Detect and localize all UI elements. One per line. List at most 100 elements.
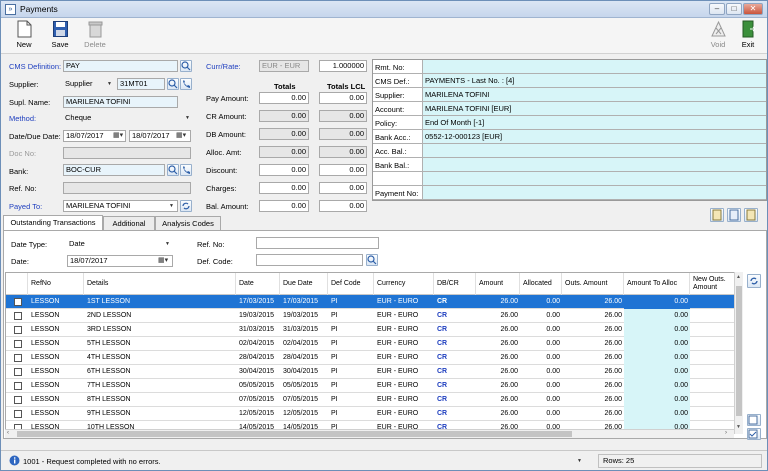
- grid-header-cell[interactable]: Amount To Alloc: [624, 273, 690, 295]
- row-checkbox[interactable]: [14, 354, 22, 362]
- amount-lcl-field[interactable]: 0.00: [319, 92, 367, 104]
- grid-cell: 19/03/2015: [239, 312, 275, 319]
- method-select[interactable]: Cheque: [63, 112, 191, 124]
- table-row[interactable]: LESSON 2ND LESSON 19/03/2015 19/03/2015 PI EU…: [6, 309, 742, 323]
- save-button[interactable]: Save: [46, 20, 74, 52]
- chevron-down-icon[interactable]: ▼: [577, 455, 582, 467]
- phone-icon: [183, 166, 190, 174]
- supplier-link-button[interactable]: [180, 78, 192, 90]
- grid-cell: EUR - EURO: [377, 326, 419, 333]
- grid-check-button[interactable]: [747, 428, 761, 440]
- amount-lcl-field[interactable]: 0.00: [319, 200, 367, 212]
- row-checkbox[interactable]: [14, 368, 22, 376]
- date-type-select[interactable]: Date: [67, 238, 173, 250]
- table-row[interactable]: LESSON 1ST LESSON 17/03/2015 17/03/2015 PI EU…: [6, 295, 742, 309]
- grid-header-cell[interactable]: Outs. Amount: [562, 273, 624, 295]
- filter-ref-no-field[interactable]: [256, 237, 379, 249]
- grid-header-cell[interactable]: Def Code: [328, 273, 374, 295]
- amount-total-field[interactable]: 0.00: [259, 182, 309, 194]
- totals-header: Totals: [274, 82, 296, 91]
- def-code-search-button[interactable]: [366, 254, 378, 266]
- tab-analysis-codes[interactable]: Analysis Codes: [155, 216, 221, 230]
- grid-cell: PI: [331, 354, 338, 361]
- cms-search-button[interactable]: [180, 60, 192, 72]
- bank-link-button[interactable]: [180, 164, 192, 176]
- grid-select-all-button[interactable]: [747, 414, 761, 426]
- table-row[interactable]: LESSON 9TH LESSON 12/05/2015 12/05/2015 PI EU…: [6, 407, 742, 421]
- amount-total-field[interactable]: 0.00: [259, 128, 309, 140]
- amount-total-field[interactable]: 0.00: [259, 110, 309, 122]
- delete-button[interactable]: Delete: [81, 20, 109, 52]
- attach-button[interactable]: [710, 208, 724, 222]
- scroll-thumb[interactable]: [17, 431, 572, 437]
- row-checkbox[interactable]: [14, 382, 22, 390]
- grid-header-cell[interactable]: Allocated: [520, 273, 562, 295]
- tab-additional[interactable]: Additional: [103, 216, 155, 230]
- payments-window: » Payments – □ ✕ New Save Delete Void Ex…: [0, 0, 768, 471]
- grid-cell: 17/03/2015: [239, 298, 275, 305]
- print-button[interactable]: [744, 208, 758, 222]
- amount-lcl-field[interactable]: 0.00: [319, 128, 367, 140]
- checkbox-icon: [748, 415, 758, 425]
- grid-horizontal-scrollbar[interactable]: ‹ ›: [5, 429, 734, 438]
- amount-lcl-field[interactable]: 0.00: [319, 146, 367, 158]
- grid-cell: 9TH LESSON: [87, 410, 131, 417]
- supplier-search-button[interactable]: [167, 78, 179, 90]
- currency-select[interactable]: EUR - EUR: [259, 60, 309, 72]
- grid-header-cell[interactable]: Details: [84, 273, 236, 295]
- row-checkbox[interactable]: [14, 298, 22, 306]
- close-button[interactable]: ✕: [743, 3, 763, 15]
- bank-field[interactable]: BOC-CUR: [63, 164, 165, 176]
- exit-button[interactable]: Exit: [734, 20, 762, 52]
- amount-total-field[interactable]: 0.00: [259, 164, 309, 176]
- grid-header-cell[interactable]: Amount: [476, 273, 520, 295]
- maximize-button[interactable]: □: [726, 3, 742, 15]
- table-row[interactable]: LESSON 8TH LESSON 07/05/2015 07/05/2015 PI EU…: [6, 393, 742, 407]
- supplier-code-field[interactable]: 31MT01: [117, 78, 165, 90]
- void-button[interactable]: Void: [704, 20, 732, 52]
- bank-search-button[interactable]: [167, 164, 179, 176]
- row-checkbox[interactable]: [14, 410, 22, 418]
- grid-cell: PI: [331, 326, 338, 333]
- amount-total-field[interactable]: 0.00: [259, 200, 309, 212]
- supl-name-field[interactable]: MARILENA TOFINI: [63, 96, 178, 108]
- grid-refresh-button[interactable]: [747, 274, 761, 288]
- amount-total-field[interactable]: 0.00: [259, 146, 309, 158]
- row-checkbox[interactable]: [14, 340, 22, 348]
- grid-header-cell[interactable]: DB/CR: [434, 273, 476, 295]
- payed-to-select[interactable]: MARILENA TOFINI: [63, 200, 178, 212]
- grid-header-cell[interactable]: Currency: [374, 273, 434, 295]
- table-row[interactable]: LESSON 7TH LESSON 05/05/2015 05/05/2015 PI EU…: [6, 379, 742, 393]
- scroll-thumb[interactable]: [736, 286, 742, 416]
- notes-button[interactable]: [727, 208, 741, 222]
- grid-header-cell[interactable]: RefNo: [28, 273, 84, 295]
- def-code-field[interactable]: [256, 254, 363, 266]
- grid-vertical-scrollbar[interactable]: ▲ ▼: [734, 272, 743, 434]
- table-row[interactable]: LESSON 6TH LESSON 30/04/2015 30/04/2015 PI EU…: [6, 365, 742, 379]
- amount-total-field[interactable]: 0.00: [259, 92, 309, 104]
- grid-cell: CR: [437, 368, 448, 375]
- doc-no-field[interactable]: [63, 147, 191, 159]
- payed-to-button[interactable]: [180, 200, 192, 212]
- ref-no-field[interactable]: [63, 182, 191, 194]
- row-checkbox[interactable]: [14, 312, 22, 320]
- amount-lcl-field[interactable]: 0.00: [319, 110, 367, 122]
- row-checkbox[interactable]: [14, 396, 22, 404]
- info-value: 0552-12-000123 [EUR]: [422, 130, 766, 143]
- rate-field[interactable]: 1.000000: [319, 60, 367, 72]
- grid-header-cell[interactable]: Due Date: [280, 273, 328, 295]
- cms-definition-field[interactable]: PAY: [63, 60, 178, 72]
- amount-lcl-field[interactable]: 0.00: [319, 182, 367, 194]
- row-checkbox[interactable]: [14, 326, 22, 334]
- table-row[interactable]: LESSON 3RD LESSON 31/03/2015 31/03/2015 PI EU…: [6, 323, 742, 337]
- table-row[interactable]: LESSON 4TH LESSON 28/04/2015 28/04/2015 PI EU…: [6, 351, 742, 365]
- grid-cell: 3RD LESSON: [87, 326, 132, 333]
- amount-lcl-field[interactable]: 0.00: [319, 164, 367, 176]
- date-label: Date/Due Date:: [9, 132, 61, 141]
- minimize-button[interactable]: –: [709, 3, 725, 15]
- tab-outstanding-transactions[interactable]: Outstanding Transactions: [3, 215, 103, 231]
- table-row[interactable]: LESSON 5TH LESSON 02/04/2015 02/04/2015 PI EU…: [6, 337, 742, 351]
- new-button[interactable]: New: [10, 20, 38, 52]
- grid-header-cell[interactable]: Date: [236, 273, 280, 295]
- grid-cell: 0.00: [624, 365, 690, 379]
